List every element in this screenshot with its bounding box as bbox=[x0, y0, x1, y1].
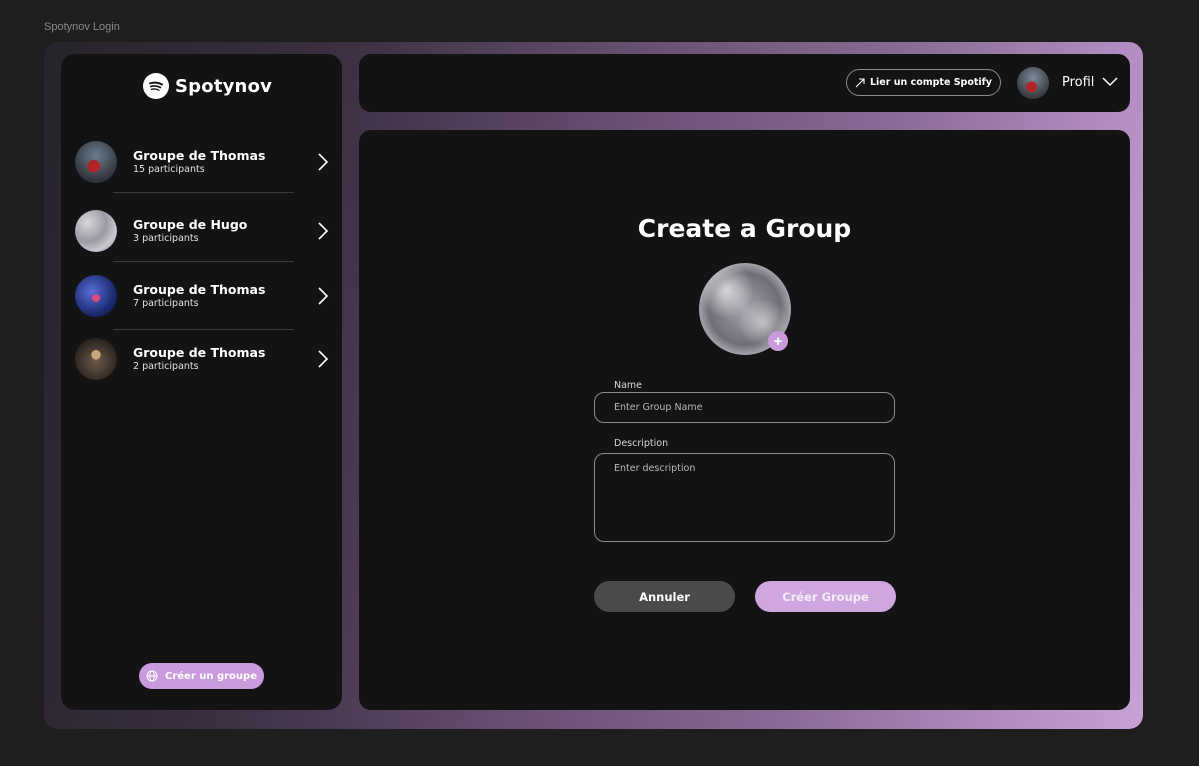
avatar[interactable] bbox=[1017, 67, 1049, 99]
divider bbox=[113, 329, 294, 330]
link-spotify-label: Lier un compte Spotify bbox=[869, 77, 993, 88]
sidebar: Spotynov Groupe de Thomas 15 participant… bbox=[61, 54, 342, 710]
group-avatar bbox=[75, 275, 117, 317]
create-group-button[interactable]: Créer un groupe bbox=[139, 663, 264, 689]
plus-icon: + bbox=[773, 332, 783, 350]
group-item[interactable]: Groupe de Thomas 7 participants bbox=[75, 274, 330, 318]
description-label: Description bbox=[614, 438, 669, 449]
group-participants: 7 participants bbox=[133, 298, 199, 309]
create-group-panel: Create a Group + Name Description Annule… bbox=[359, 130, 1130, 710]
group-name: Groupe de Thomas bbox=[133, 282, 266, 297]
group-avatar bbox=[75, 141, 117, 183]
arrow-up-right-icon bbox=[855, 77, 865, 87]
logo-text: Spotynov bbox=[175, 75, 273, 97]
chevron-right-icon[interactable] bbox=[316, 152, 330, 172]
group-name: Groupe de Thomas bbox=[133, 345, 266, 360]
link-spotify-button[interactable]: Lier un compte Spotify bbox=[846, 69, 1001, 96]
group-participants: 3 participants bbox=[133, 233, 199, 244]
add-image-button[interactable]: + bbox=[768, 331, 788, 351]
divider bbox=[113, 261, 294, 262]
create-group-label: Créer un groupe bbox=[165, 670, 257, 682]
group-text: Groupe de Thomas 7 participants bbox=[133, 282, 316, 310]
group-item[interactable]: Groupe de Thomas 15 participants bbox=[75, 140, 330, 184]
group-text: Groupe de Thomas 2 participants bbox=[133, 345, 316, 373]
logo[interactable]: Spotynov bbox=[143, 73, 272, 99]
description-input[interactable] bbox=[594, 453, 895, 542]
create-group-submit-button[interactable]: Créer Groupe bbox=[755, 581, 896, 612]
name-label: Name bbox=[614, 380, 643, 391]
divider bbox=[113, 192, 294, 193]
cancel-button[interactable]: Annuler bbox=[594, 581, 735, 612]
top-bar: Lier un compte Spotify Profil bbox=[359, 54, 1130, 112]
group-participants: 15 participants bbox=[133, 164, 205, 175]
globe-icon bbox=[146, 670, 158, 682]
group-text: Groupe de Hugo 3 participants bbox=[133, 217, 316, 245]
group-text: Groupe de Thomas 15 participants bbox=[133, 148, 316, 176]
group-name: Groupe de Hugo bbox=[133, 217, 248, 232]
group-item[interactable]: Groupe de Hugo 3 participants bbox=[75, 209, 330, 253]
chevron-down-icon[interactable] bbox=[1102, 76, 1118, 88]
spotify-logo-icon bbox=[143, 73, 169, 99]
group-avatar bbox=[75, 338, 117, 380]
page-title: Create a Group bbox=[637, 214, 852, 243]
group-participants: 2 participants bbox=[133, 361, 199, 372]
group-item[interactable]: Groupe de Thomas 2 participants bbox=[75, 337, 330, 381]
group-name-input[interactable] bbox=[594, 392, 895, 423]
group-avatar bbox=[75, 210, 117, 252]
chevron-right-icon[interactable] bbox=[316, 221, 330, 241]
group-name: Groupe de Thomas bbox=[133, 148, 266, 163]
chevron-right-icon[interactable] bbox=[316, 349, 330, 369]
chevron-right-icon[interactable] bbox=[316, 286, 330, 306]
frame-label: Spotynov Login bbox=[44, 21, 120, 33]
profile-label[interactable]: Profil bbox=[1062, 75, 1094, 90]
